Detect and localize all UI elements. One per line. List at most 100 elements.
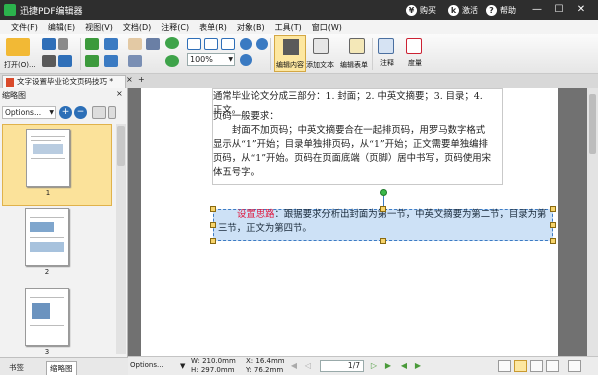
menu-tools[interactable]: 工具(T): [270, 20, 307, 34]
panel-title: 缩略图: [2, 91, 26, 100]
resize-handle-left[interactable]: [210, 222, 216, 228]
thumbnail-panel: 缩略图 × Options... ▼ + − 1 2 3 书签 缩略图: [0, 88, 128, 375]
actual-size-icon[interactable]: [187, 38, 201, 50]
add-text-label[interactable]: 添加文本: [306, 60, 334, 70]
maximize-button[interactable]: ☐: [551, 2, 567, 18]
thumbnail-options-dropdown[interactable]: Options... ▼: [2, 106, 56, 119]
single-page-view-icon[interactable]: [498, 360, 511, 372]
thumbnail-zoom-out-button[interactable]: −: [74, 106, 87, 119]
zoom-select[interactable]: 100% ▼: [187, 53, 235, 66]
tab-document[interactable]: 文字设置毕业论文页码技巧 *: [2, 75, 126, 88]
previous-page-icon[interactable]: ◁: [302, 361, 314, 371]
resize-handle-bottom-right[interactable]: [550, 238, 556, 244]
hand-tool-icon[interactable]: [128, 38, 142, 50]
edit-content-icon: [283, 39, 299, 55]
close-window-button[interactable]: ✕: [573, 2, 589, 18]
menu-comment[interactable]: 注释(C): [156, 20, 194, 34]
menu-document[interactable]: 文档(D): [118, 20, 156, 34]
pdf-page[interactable]: 通常毕业论文分成三部分：1. 封面；2. 中英文摘要；3. 目录；4. 正文。 …: [141, 88, 558, 356]
comment-icon[interactable]: [378, 38, 394, 54]
full-screen-icon[interactable]: [568, 360, 581, 372]
undo-icon[interactable]: [104, 38, 118, 50]
thumbnail-page-1[interactable]: 1: [2, 124, 112, 206]
highlight-label: 设置思路: [237, 209, 275, 220]
zoom-in-icon[interactable]: [240, 38, 252, 50]
measure-icon[interactable]: [406, 38, 422, 54]
menu-form[interactable]: 表单(R): [194, 20, 232, 34]
next-page-icon[interactable]: ▷: [368, 361, 380, 371]
buy-button[interactable]: ¥ 购买: [406, 3, 436, 17]
open-folder-icon[interactable]: [6, 38, 30, 56]
menu-edit[interactable]: 编辑(E): [43, 20, 80, 34]
email-icon[interactable]: [58, 55, 72, 67]
edit-content-label[interactable]: 编辑内容: [276, 60, 304, 70]
key-icon: k: [448, 4, 459, 16]
print-icon[interactable]: [42, 55, 56, 67]
continuous-facing-view-icon[interactable]: [546, 360, 559, 372]
thumbnail-zoom-in-button[interactable]: +: [59, 106, 72, 119]
page-number-input[interactable]: 1/7: [320, 360, 364, 372]
activate-button[interactable]: k 激活: [448, 3, 478, 17]
resize-handle-bottom[interactable]: [380, 238, 386, 244]
document-tab-bar: 文字设置毕业论文页码技巧 * × +: [0, 74, 598, 88]
rotate-thumbnail-icon[interactable]: [92, 106, 106, 119]
thumbnail-scrollbar[interactable]: [116, 124, 126, 354]
comment-label[interactable]: 注释: [380, 58, 394, 68]
rotate-handle[interactable]: [380, 189, 387, 196]
height-readout: H: 297.0mm: [191, 366, 235, 374]
continuous-view-icon[interactable]: [514, 360, 527, 372]
go-back-icon[interactable]: ◀: [398, 361, 410, 371]
window-title: 迅捷PDF编辑器: [20, 7, 83, 17]
fit-page-icon[interactable]: [204, 38, 218, 50]
panel-close-icon[interactable]: ×: [116, 89, 123, 98]
save-dropdown-icon[interactable]: [58, 38, 68, 50]
paragraph-requirements-heading[interactable]: 页码一般要求：: [213, 110, 493, 124]
resize-handle-right[interactable]: [550, 222, 556, 228]
width-readout: W: 210.0mm: [191, 357, 236, 365]
thumbnail-page-2[interactable]: 2: [2, 204, 112, 286]
selected-text-content[interactable]: 设置思路：跟据要求分析出封面为第一节，中英文摘要为第二节，目录为第三节，正文为第…: [218, 208, 550, 236]
snapshot-icon[interactable]: [128, 55, 142, 67]
document-scrollbar[interactable]: [587, 88, 598, 356]
add-text-icon[interactable]: [313, 38, 329, 54]
first-page-icon[interactable]: ◀: [288, 361, 300, 371]
menu-window[interactable]: 窗口(W): [307, 20, 347, 34]
zoom-out-icon[interactable]: [256, 38, 268, 50]
rotate-ccw-icon[interactable]: [165, 55, 179, 67]
thumbnail-page-number: 3: [44, 348, 50, 354]
new-tab-button[interactable]: +: [138, 75, 145, 84]
forward-arrow-icon[interactable]: [85, 55, 99, 67]
open-label[interactable]: 打开(O)...: [4, 60, 36, 70]
thumbnail-page-3[interactable]: 3: [2, 284, 112, 354]
resize-handle-top-right[interactable]: [550, 206, 556, 212]
thumbnail-menu-icon[interactable]: [108, 106, 116, 119]
resize-handle-top-left[interactable]: [210, 206, 216, 212]
edit-form-label[interactable]: 编辑表单: [340, 60, 368, 70]
facing-view-icon[interactable]: [530, 360, 543, 372]
tab-close-button[interactable]: ×: [126, 75, 133, 84]
help-button[interactable]: ? 帮助: [486, 3, 516, 17]
measure-label[interactable]: 度量: [408, 58, 422, 68]
menu-view[interactable]: 视图(V): [80, 20, 118, 34]
rotate-cw-icon[interactable]: [165, 37, 179, 49]
minimize-button[interactable]: —: [529, 2, 545, 18]
fit-width-icon[interactable]: [221, 38, 235, 50]
tab-thumbnails[interactable]: 缩略图: [46, 361, 77, 375]
zoom-plus-icon[interactable]: [240, 54, 252, 66]
tab-bookmarks[interactable]: 书签: [6, 361, 27, 374]
edit-form-icon[interactable]: [349, 38, 365, 54]
menu-object[interactable]: 对象(B): [232, 20, 270, 34]
menu-file[interactable]: 文件(F): [6, 20, 43, 34]
redo-icon[interactable]: [104, 55, 118, 67]
select-tool-icon[interactable]: [146, 38, 160, 50]
last-page-icon[interactable]: ▶: [382, 361, 394, 371]
resize-handle-bottom-left[interactable]: [210, 238, 216, 244]
back-arrow-icon[interactable]: [85, 38, 99, 50]
paragraph-requirements-body[interactable]: 封面不加页码；中英文摘要合在一起排页码，用罗马数字格式显示从“1”开始；目录单独…: [213, 124, 493, 180]
toolbar-separator: [80, 38, 81, 70]
save-icon[interactable]: [42, 38, 56, 50]
pdf-file-icon: [6, 78, 14, 87]
status-options-dropdown[interactable]: Options...: [130, 361, 164, 369]
go-forward-icon[interactable]: ▶: [412, 361, 424, 371]
resize-handle-top[interactable]: [380, 206, 386, 212]
